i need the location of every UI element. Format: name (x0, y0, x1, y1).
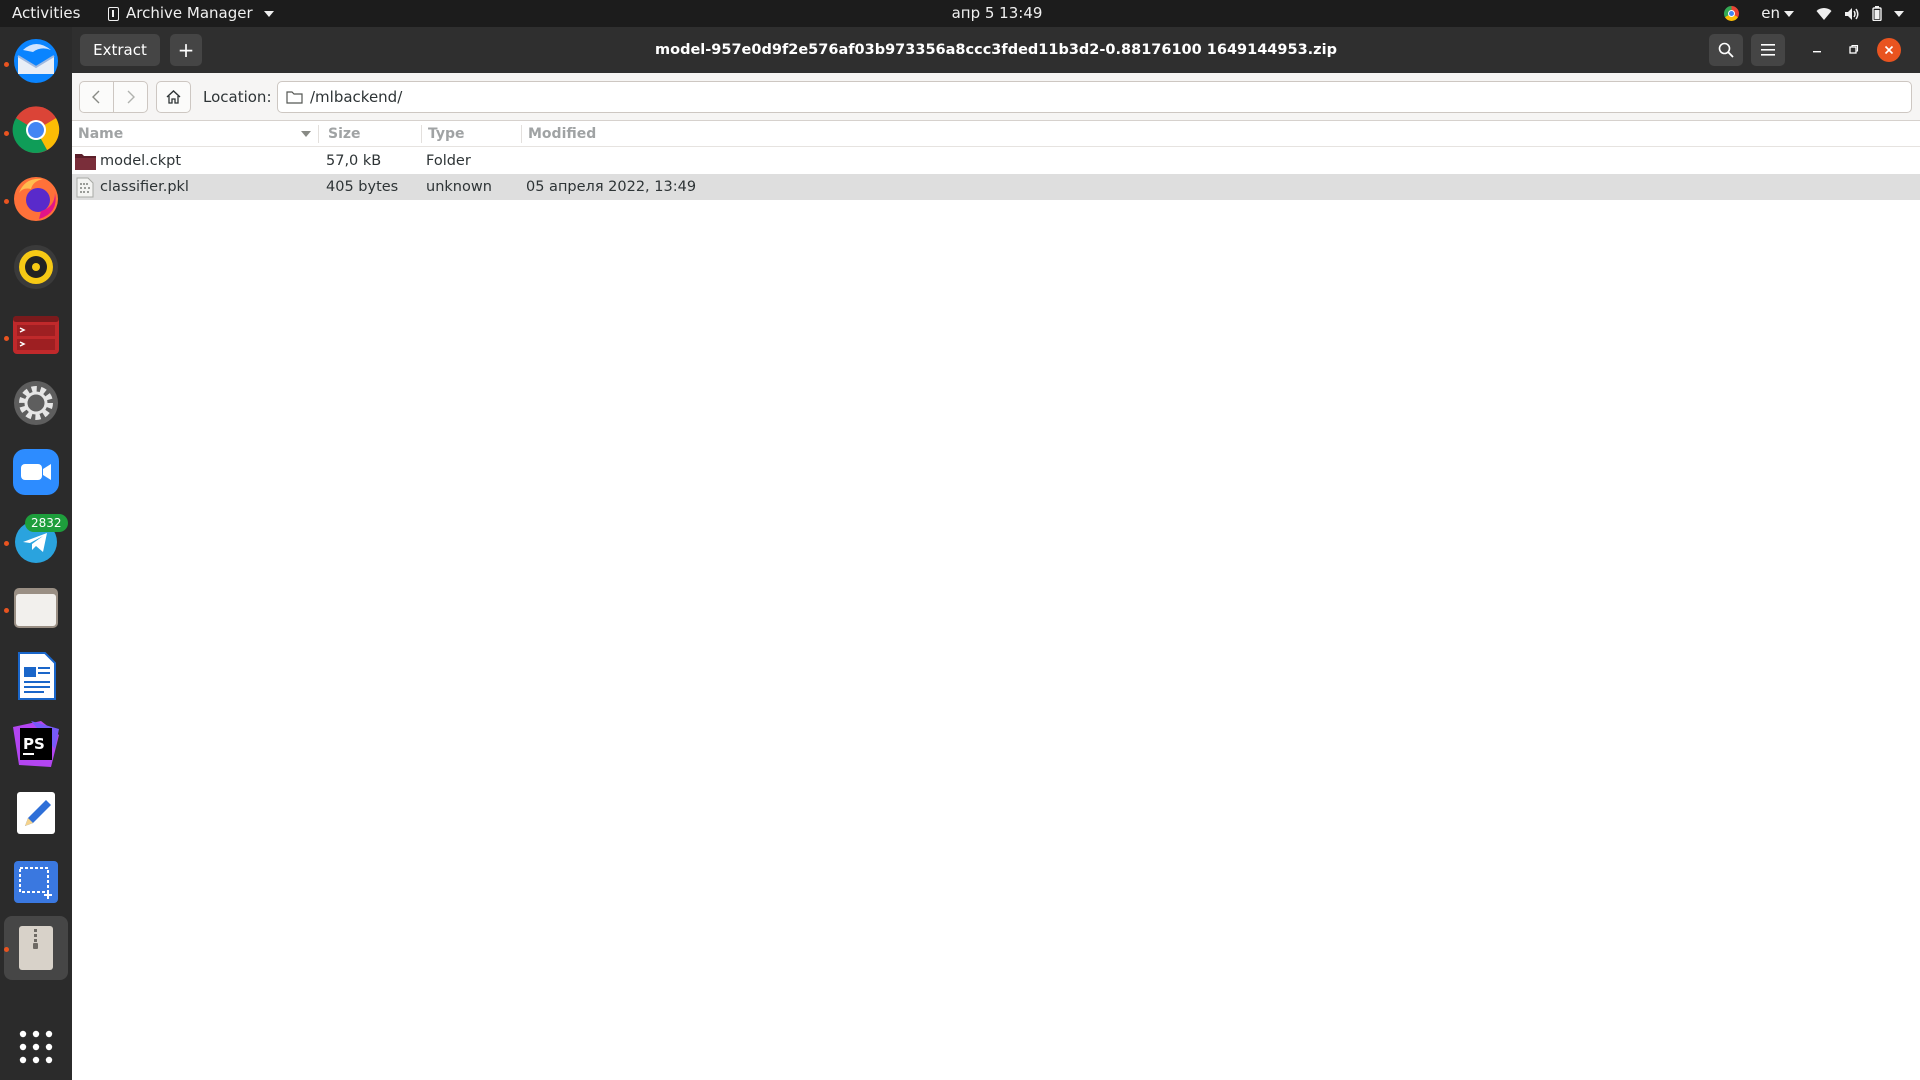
thunderbird-icon[interactable] (11, 36, 61, 86)
file-name: model.ckpt (100, 153, 182, 169)
writer-icon[interactable] (11, 651, 61, 701)
screenshot-icon[interactable] (11, 857, 61, 907)
home-button[interactable] (156, 81, 191, 113)
hamburger-menu-icon (1761, 44, 1775, 56)
volume-icon[interactable] (1844, 7, 1860, 21)
chevron-left-icon (92, 90, 100, 104)
notification-badge: 2832 (25, 514, 68, 532)
folder-icon (75, 154, 96, 170)
telegram-icon[interactable]: 2832 (11, 514, 68, 565)
language-indicator[interactable]: en (1761, 0, 1794, 27)
zoom-icon[interactable] (11, 447, 61, 497)
language-label: en (1761, 4, 1780, 22)
chrome-tray-icon[interactable] (1724, 6, 1740, 21)
add-files-button[interactable]: + (170, 34, 202, 66)
system-tray[interactable]: en (1702, 0, 1904, 27)
window-headerbar: model-957e0d9f2e576af03b973356a8ccc3fded… (72, 27, 1920, 73)
forward-button[interactable] (113, 81, 148, 113)
archive-manager-icon[interactable] (11, 923, 61, 973)
table-row[interactable]: model.ckpt 57,0 kB Folder (72, 148, 1920, 174)
back-button[interactable] (79, 81, 114, 113)
text-editor-icon[interactable] (11, 788, 61, 838)
maximize-button[interactable] (1841, 38, 1865, 62)
main-menu-button[interactable] (1751, 34, 1785, 66)
top-bar: Activities Archive Manager апр 5 13:49 e… (0, 0, 1920, 27)
battery-icon[interactable] (1872, 6, 1882, 21)
dock: 2832 PS (0, 27, 72, 1080)
file-list[interactable]: Name Size Type Modified model.ckpt 57,0 … (72, 121, 1920, 1080)
search-button[interactable] (1709, 34, 1743, 66)
close-button[interactable] (1877, 38, 1901, 62)
location-field[interactable]: /mlbackend/ (277, 81, 1912, 113)
maximize-icon (1849, 44, 1859, 54)
home-icon (166, 90, 181, 104)
column-header-name[interactable]: Name (78, 121, 123, 147)
column-header-modified[interactable]: Modified (528, 121, 596, 147)
wifi-icon[interactable] (1816, 7, 1832, 21)
file-name: classifier.pkl (100, 179, 189, 195)
chrome-icon[interactable] (11, 105, 61, 155)
location-path: /mlbackend/ (310, 88, 403, 106)
terminal-icon[interactable] (11, 310, 61, 360)
phpstorm-icon[interactable]: PS (11, 719, 61, 769)
table-row[interactable]: classifier.pkl 405 bytes unknown 05 апре… (72, 174, 1920, 200)
location-bar: Location: /mlbackend/ (72, 73, 1920, 121)
window-title: model-957e0d9f2e576af03b973356a8ccc3fded… (655, 42, 1337, 58)
settings-icon[interactable] (11, 378, 61, 428)
file-modified: 05 апреля 2022, 13:49 (526, 179, 697, 195)
apps-grid-icon[interactable] (11, 1022, 61, 1072)
minimize-button[interactable] (1805, 38, 1829, 62)
minimize-icon (1813, 51, 1821, 53)
file-size: 57,0 kB (326, 153, 382, 169)
column-header-size[interactable]: Size (328, 121, 361, 147)
close-icon (1884, 45, 1894, 55)
clock[interactable]: апр 5 13:49 (0, 0, 1920, 27)
search-icon (1718, 42, 1734, 58)
column-header-row: Name Size Type Modified (72, 121, 1920, 147)
file-size: 405 bytes (326, 179, 399, 195)
system-menu-chevron-icon[interactable] (1890, 10, 1904, 17)
location-label: Location: (203, 88, 272, 106)
chevron-down-icon (1784, 10, 1794, 17)
extract-button[interactable]: Extract (80, 34, 160, 66)
binary-file-icon (76, 177, 94, 198)
files-icon[interactable] (11, 582, 61, 632)
svg-text:PS: PS (23, 735, 45, 753)
file-type: Folder (426, 153, 471, 169)
chevron-right-icon (127, 90, 135, 104)
firefox-icon[interactable] (11, 173, 61, 223)
file-type: unknown (426, 179, 492, 195)
sort-descending-icon[interactable] (301, 131, 311, 137)
folder-outline-icon (286, 91, 303, 104)
column-header-type[interactable]: Type (428, 121, 465, 147)
rhythmbox-icon[interactable] (11, 242, 61, 292)
